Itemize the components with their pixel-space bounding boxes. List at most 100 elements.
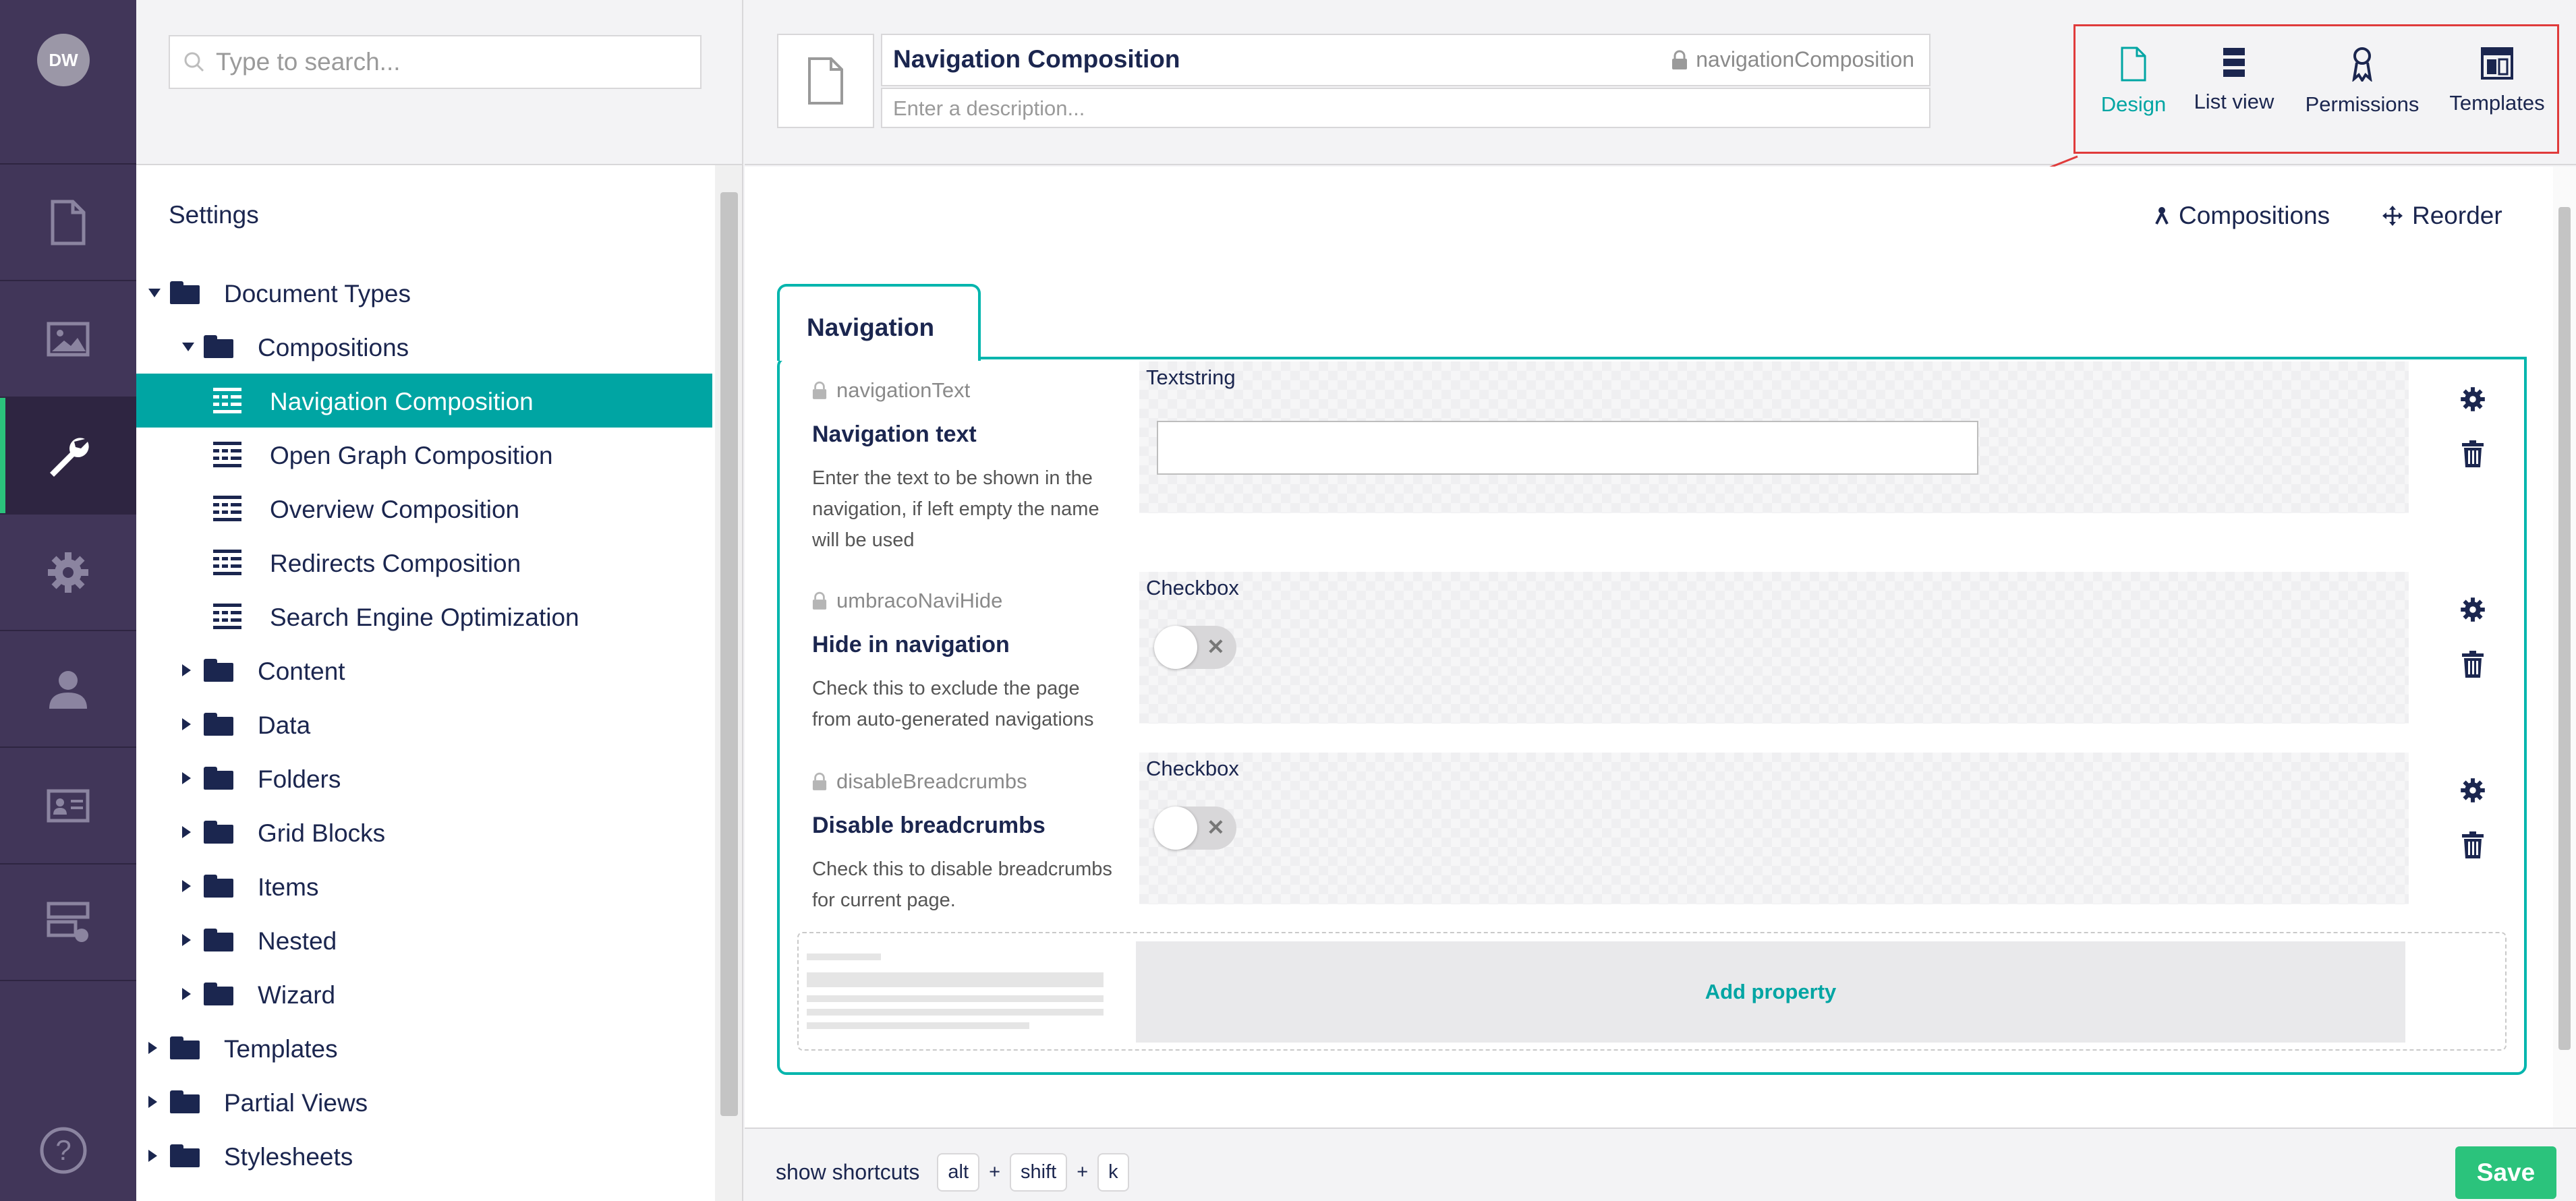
- caret-right-icon[interactable]: [182, 826, 191, 838]
- caret-right-icon[interactable]: [182, 988, 191, 1000]
- search-input[interactable]: [214, 47, 687, 77]
- app-templates[interactable]: Templates: [2446, 47, 2548, 115]
- app-list-view[interactable]: List view: [2190, 47, 2278, 114]
- caret-right-icon[interactable]: [182, 772, 191, 784]
- avatar[interactable]: DW: [37, 34, 90, 86]
- tree-item[interactable]: Search Engine Optimization: [136, 589, 712, 643]
- property-alias: umbracoNaviHide: [812, 589, 1002, 613]
- folder-icon: [170, 281, 200, 304]
- caret-down-icon[interactable]: [148, 289, 161, 297]
- tree-item[interactable]: Navigation Composition: [136, 374, 712, 428]
- caret-right-icon[interactable]: [182, 934, 191, 946]
- caret-right-icon[interactable]: [182, 880, 191, 892]
- lock-icon[interactable]: [812, 381, 827, 400]
- trash-icon[interactable]: [2462, 440, 2484, 467]
- tree-item[interactable]: Overview Composition: [136, 481, 712, 535]
- tree-item[interactable]: Data: [136, 697, 712, 751]
- svg-text:?: ?: [55, 1134, 71, 1166]
- list-icon: [2223, 48, 2245, 77]
- folder-icon: [204, 767, 233, 790]
- trash-icon[interactable]: [2462, 831, 2484, 858]
- gear-icon[interactable]: [2460, 778, 2486, 803]
- reorder-button[interactable]: Reorder: [2382, 202, 2502, 230]
- shortcuts[interactable]: show shortcuts alt + shift + k: [776, 1153, 1129, 1192]
- lock-icon[interactable]: [1671, 50, 1688, 70]
- tree-item[interactable]: Templates: [136, 1021, 712, 1075]
- compositions-icon: [2155, 207, 2169, 225]
- group-tab-navigation[interactable]: Navigation: [777, 284, 981, 361]
- section-members[interactable]: [0, 746, 136, 863]
- tree-item[interactable]: Folders: [136, 751, 712, 805]
- gear-icon[interactable]: [2460, 597, 2486, 622]
- trash-icon[interactable]: [2462, 651, 2484, 678]
- alias-field[interactable]: navigationComposition: [1671, 47, 1914, 72]
- skeleton-line: [807, 1022, 1029, 1029]
- section-users[interactable]: [0, 630, 136, 746]
- add-property-button[interactable]: Add property: [1136, 941, 2405, 1043]
- name-input[interactable]: [892, 45, 1566, 74]
- doctype-icon-picker[interactable]: [777, 34, 874, 128]
- compositions-button[interactable]: Compositions: [2154, 202, 2330, 230]
- tree-item[interactable]: Compositions: [136, 320, 712, 374]
- section-settings[interactable]: [0, 397, 136, 513]
- tree-item[interactable]: Wizard: [136, 967, 712, 1021]
- section-sidebar: DW ?: [0, 0, 136, 1201]
- caret-down-icon[interactable]: [182, 343, 194, 351]
- caret-right-icon[interactable]: [182, 718, 191, 730]
- lock-icon[interactable]: [812, 591, 827, 610]
- tree-scrollbar-thumb[interactable]: [720, 192, 738, 1116]
- caret-right-icon[interactable]: [148, 1150, 157, 1162]
- tree-scrollbar[interactable]: [715, 165, 742, 1201]
- description-field[interactable]: [881, 88, 1930, 128]
- nav-divider: [0, 980, 136, 1007]
- plus-sign: +: [989, 1161, 1000, 1183]
- app-permissions[interactable]: Permissions: [2305, 47, 2420, 117]
- tree-item-label: Folders: [258, 765, 341, 793]
- tree-search[interactable]: [169, 35, 702, 89]
- caret-right-icon[interactable]: [182, 664, 191, 676]
- tree-item[interactable]: Document Types: [136, 266, 712, 320]
- tree-item[interactable]: Nested: [136, 913, 712, 967]
- tree-item-label: Search Engine Optimization: [270, 604, 579, 631]
- gear-icon[interactable]: [2460, 386, 2486, 412]
- template-icon: [2481, 47, 2513, 80]
- caret-right-icon[interactable]: [148, 1096, 157, 1108]
- section-packages[interactable]: [0, 513, 136, 630]
- editor-scrollbar[interactable]: [2553, 167, 2576, 1127]
- app-design[interactable]: Design: [2100, 47, 2167, 117]
- doctype-icon: [213, 604, 241, 629]
- caret-right-icon[interactable]: [148, 1042, 157, 1054]
- save-button[interactable]: Save: [2455, 1146, 2556, 1199]
- editor-scrollbar-thumb[interactable]: [2558, 207, 2571, 1050]
- tree-item[interactable]: Content: [136, 643, 712, 697]
- tree-item[interactable]: Stylesheets: [136, 1129, 712, 1183]
- property-editor-preview[interactable]: Checkbox ✕: [1139, 572, 2409, 724]
- folder-icon: [170, 1090, 200, 1113]
- tree-item[interactable]: Grid Blocks: [136, 805, 712, 859]
- app-design-label: Design: [2100, 92, 2167, 116]
- tree-item[interactable]: Open Graph Composition: [136, 428, 712, 481]
- property-alias-text: umbracoNaviHide: [836, 589, 1003, 612]
- add-property-area: Add property: [797, 932, 2507, 1051]
- document-icon: [51, 200, 86, 245]
- tree-item[interactable]: Partial Views: [136, 1075, 712, 1129]
- tree-item-label: Navigation Composition: [270, 388, 534, 415]
- tree-item[interactable]: Items: [136, 859, 712, 913]
- plus-sign: +: [1077, 1161, 1089, 1183]
- lock-icon[interactable]: [812, 772, 827, 791]
- shortcuts-label: show shortcuts: [776, 1160, 920, 1184]
- section-media[interactable]: [0, 280, 136, 397]
- section-forms[interactable]: [0, 863, 136, 980]
- property-alias: disableBreadcrumbs: [812, 769, 1027, 794]
- tree-item-label: Document Types: [224, 280, 411, 307]
- property-editor-preview[interactable]: Textstring: [1139, 361, 2409, 513]
- property-editor-type: Textstring: [1146, 365, 1236, 389]
- section-content[interactable]: [0, 163, 136, 280]
- property-editor-preview[interactable]: Checkbox ✕: [1139, 753, 2409, 904]
- tree-item[interactable]: Redirects Composition: [136, 535, 712, 589]
- search-icon: [184, 52, 204, 72]
- name-field[interactable]: navigation Composition: [881, 34, 1930, 86]
- help-icon[interactable]: ?: [39, 1126, 88, 1175]
- property-row: disableBreadcrumbs Disable breadcrumbs C…: [812, 753, 2486, 911]
- description-input[interactable]: [892, 96, 1836, 121]
